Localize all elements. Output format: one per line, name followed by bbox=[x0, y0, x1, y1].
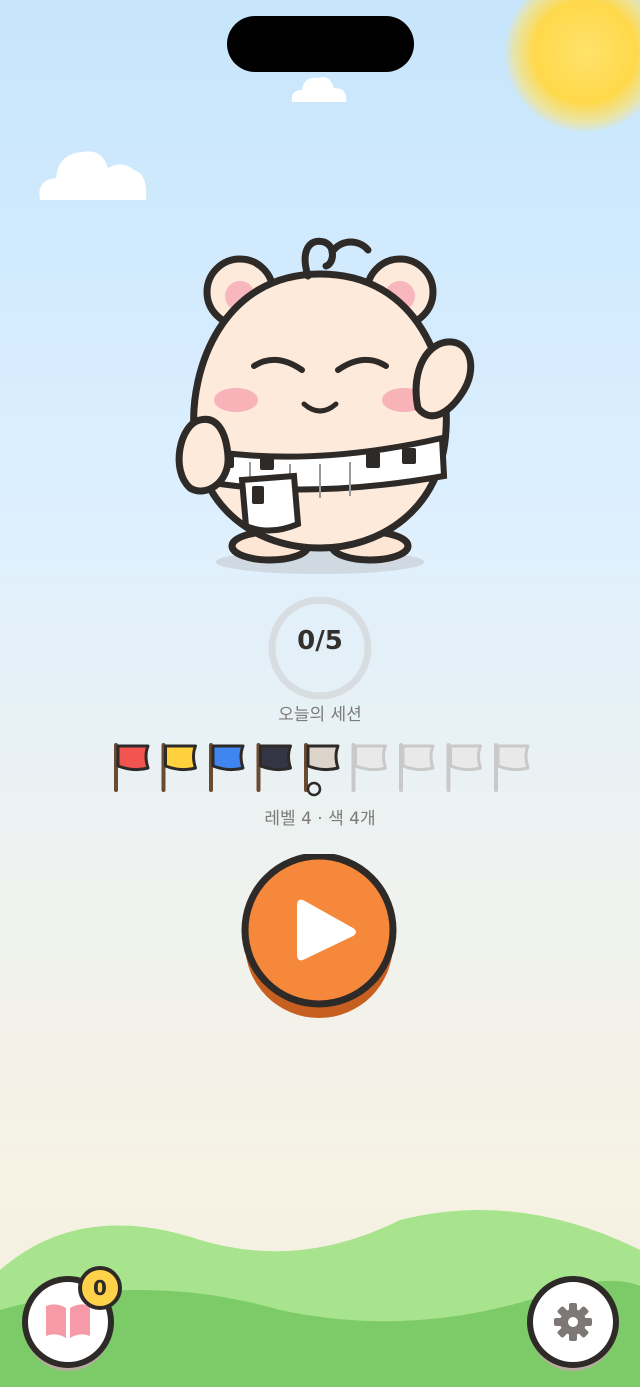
flag-6 bbox=[351, 743, 387, 792]
flag-9 bbox=[494, 743, 530, 792]
flags-svg bbox=[114, 743, 530, 797]
gear-icon bbox=[527, 1276, 619, 1371]
session-progress-text: 0/5 bbox=[297, 626, 343, 656]
session-label: 오늘의 세션 bbox=[278, 705, 362, 725]
flag-7 bbox=[399, 743, 435, 792]
hamster-character bbox=[175, 237, 475, 574]
large-cloud bbox=[39, 151, 147, 200]
sun-decoration bbox=[505, 0, 640, 132]
flag-8 bbox=[446, 743, 482, 792]
book-count-badge: 0 bbox=[78, 1266, 122, 1310]
flag-2 bbox=[161, 743, 197, 792]
small-cloud bbox=[291, 77, 347, 102]
play-icon bbox=[241, 852, 397, 1018]
current-level-marker bbox=[306, 781, 322, 797]
flag-3 bbox=[209, 743, 245, 792]
settings-button[interactable] bbox=[527, 1276, 619, 1376]
flag-4 bbox=[256, 743, 292, 792]
flag-5 bbox=[304, 743, 340, 797]
play-button[interactable] bbox=[241, 852, 401, 1024]
level-flags bbox=[110, 742, 540, 798]
camera-notch bbox=[227, 16, 414, 72]
flag-1 bbox=[114, 743, 150, 792]
level-label: 레벨 4 · 색 4개 bbox=[264, 809, 376, 829]
